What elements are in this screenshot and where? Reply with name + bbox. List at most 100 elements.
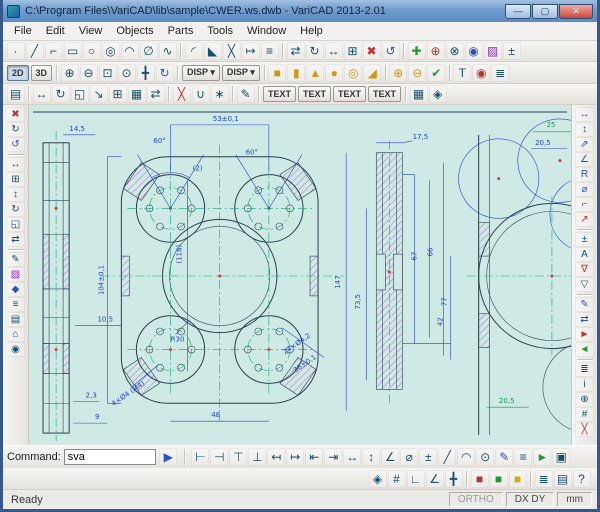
text-note-button[interactable]: TEXT [263,86,296,102]
dim-angular-icon[interactable]: ∠ [381,448,399,466]
dim-horizontal-icon[interactable]: ↔ [575,107,594,122]
dim-grid-icon[interactable]: ▣ [552,448,570,466]
dim-edit-2-icon[interactable]: ✎ [495,448,513,466]
print-icon[interactable]: ▤ [7,85,25,103]
solid-cylinder-icon[interactable]: ▮ [287,64,305,82]
display-mode-button[interactable]: DISP ▾ [182,65,220,81]
dim-arrows-right-icon[interactable]: ↦ [286,448,304,466]
color-green-icon[interactable]: ■ [490,470,508,488]
copy-2d-icon[interactable]: ⊞ [109,85,127,103]
dim-tolerance-icon[interactable]: ± [419,448,437,466]
solid-torus-icon[interactable]: ◎ [344,64,362,82]
zoom-in-icon[interactable]: ⊕ [61,64,79,82]
command-run-button[interactable]: ▶ [159,448,177,466]
symbol-library-icon[interactable]: ◈ [429,85,447,103]
edit-attributes-icon[interactable]: ✎ [237,85,255,103]
explode-icon[interactable]: ∗ [211,85,229,103]
sketch-icon[interactable]: ✎ [6,252,25,267]
chamfer-icon[interactable]: ◣ [204,42,222,60]
polar-toggle-icon[interactable]: ∠ [426,470,444,488]
circle-icon[interactable]: ○ [83,42,101,60]
rectangle-icon[interactable]: ▭ [64,42,82,60]
extend-icon[interactable]: ↦ [242,42,260,60]
dim-extend-right-icon[interactable]: ⇥ [324,448,342,466]
snap-center-icon[interactable]: ◉ [465,42,483,60]
break-icon[interactable]: ╳ [173,85,191,103]
dim-diameter-2-icon[interactable]: ⌀ [400,448,418,466]
select-stretch-icon[interactable]: ↕ [6,187,25,202]
close-button[interactable]: ✕ [559,4,593,19]
grid-toggle-icon[interactable]: # [388,470,406,488]
dim-vertical-2-icon[interactable]: ↕ [362,448,380,466]
color-red-icon[interactable]: ■ [471,470,489,488]
drawing-canvas[interactable]: 14,560°53±0,160°(2)17,52520,5147104±0,1(… [29,105,571,445]
dim-style-3-icon[interactable]: ⊤ [229,448,247,466]
boolean-union-icon[interactable]: ⊕ [389,64,407,82]
arc-icon[interactable]: ◠ [121,42,139,60]
dim-ordinate-icon[interactable]: ⌐ [575,197,594,212]
trim-icon[interactable]: ╳ [223,42,241,60]
dim-diameter-icon[interactable]: ⌀ [575,182,594,197]
dim-style-4-icon[interactable]: ⊥ [248,448,266,466]
dim-arc-icon[interactable]: ◠ [457,448,475,466]
command-input[interactable] [64,449,156,465]
delete-dim-icon[interactable]: ╳ [575,422,594,437]
erase-icon[interactable]: ✖ [6,107,25,122]
measure-icon[interactable]: ± [503,42,521,60]
snap-point-icon[interactable]: ⊕ [427,42,445,60]
point-icon[interactable]: · [7,42,25,60]
select-scale-icon[interactable]: ◱ [6,217,25,232]
zoom-all-icon[interactable]: ⊙ [118,64,136,82]
help-context-icon[interactable]: ? [573,470,591,488]
zoom-select-icon[interactable]: ⊕ [575,392,594,407]
select-copy-icon[interactable]: ⊞ [6,172,25,187]
dim-move-icon[interactable]: ⇄ [575,312,594,327]
menu-objects[interactable]: Objects [109,23,160,39]
menu-view[interactable]: View [72,23,110,39]
confirm-icon[interactable]: ✔ [427,64,445,82]
layer-manager-icon[interactable]: ≣ [535,470,553,488]
mirror-2d-icon[interactable]: ⇄ [147,85,165,103]
copy-icon[interactable]: ⊞ [344,42,362,60]
move-icon[interactable]: ↔ [325,42,343,60]
move-2d-icon[interactable]: ↔ [33,85,51,103]
delete-icon[interactable]: ✖ [363,42,381,60]
print-view-icon[interactable]: ▤ [6,312,25,327]
dim-style-1-icon[interactable]: ⊢ [191,448,209,466]
dim-aligned-icon[interactable]: ⇗ [575,137,594,152]
solid-cone-icon[interactable]: ▲ [306,64,324,82]
circle-concentric-icon[interactable]: ◎ [102,42,120,60]
mirror-icon[interactable]: ⇄ [287,42,305,60]
track-toggle-icon[interactable]: ╋ [445,470,463,488]
menu-window[interactable]: Window [240,23,293,39]
tolerance-icon[interactable]: ± [575,232,594,247]
select-mirror-icon[interactable]: ⇄ [6,232,25,247]
fillet-icon[interactable]: ◜ [185,42,203,60]
title-bar[interactable]: C:\Program Files\VariCAD\lib\sample\CWER… [3,0,597,22]
rotate-icon[interactable]: ↻ [306,42,324,60]
polyline-icon[interactable]: ⌐ [45,42,63,60]
dim-center-icon[interactable]: ⊙ [476,448,494,466]
dim-extend-left-icon[interactable]: ⇤ [305,448,323,466]
dim-slope-icon[interactable]: ╱ [438,448,456,466]
home-view-icon[interactable]: ⌂ [6,327,25,342]
pan-icon[interactable]: ╋ [137,64,155,82]
boolean-subtract-icon[interactable]: ⊖ [408,64,426,82]
leader-icon[interactable]: ↗ [575,212,594,227]
line-style-icon[interactable]: ≡ [6,297,25,312]
stretch-icon[interactable]: ↘ [90,85,108,103]
dim-linear-icon[interactable]: ↔ [343,448,361,466]
datum-icon[interactable]: ∇ [575,262,594,277]
view-rotate-icon[interactable]: ◉ [472,64,490,82]
text-frame-button[interactable]: TEXT [368,86,401,102]
annotation-icon[interactable]: A [575,247,594,262]
zoom-out-icon[interactable]: ⊖ [80,64,98,82]
scale-icon[interactable]: ◱ [71,85,89,103]
zoom-window-icon[interactable]: ⊡ [99,64,117,82]
redraw-icon[interactable]: ↻ [156,64,174,82]
select-rotate-icon[interactable]: ↻ [6,202,25,217]
color-yellow-icon[interactable]: ■ [509,470,527,488]
mode-3d-button[interactable]: 3D [31,65,53,81]
dim-play-icon[interactable]: ► [533,448,551,466]
menu-help[interactable]: Help [293,23,330,39]
